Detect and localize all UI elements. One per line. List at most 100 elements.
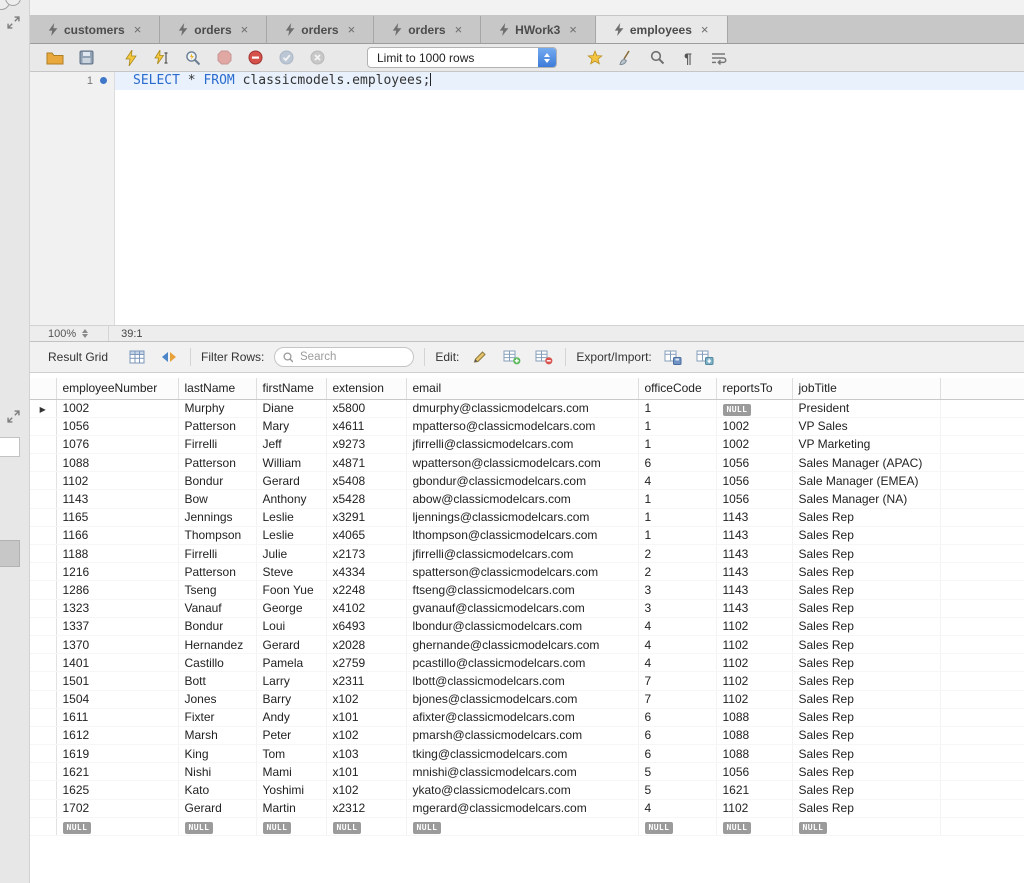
cell[interactable]: Sales Rep xyxy=(792,744,941,764)
cell[interactable]: Martin xyxy=(256,799,327,818)
find-button[interactable] xyxy=(646,47,668,69)
cell[interactable]: ljennings@classicmodelcars.com xyxy=(406,508,639,527)
cell[interactable]: 1337 xyxy=(56,617,179,636)
column-header-reportsTo[interactable]: reportsTo xyxy=(716,378,793,400)
row-gutter[interactable] xyxy=(30,417,57,436)
cell[interactable]: 1088 xyxy=(716,708,793,727)
table-row[interactable]: 1188 Firrelli Julie x2173 jfirrelli@classicm… xyxy=(30,544,1024,564)
cell[interactable]: 4 xyxy=(638,799,717,818)
row-gutter[interactable] xyxy=(30,489,57,509)
cell[interactable]: lbott@classicmodelcars.com xyxy=(406,671,639,691)
tab-customers[interactable]: customers × xyxy=(30,16,161,43)
cell[interactable]: Sales Rep xyxy=(792,726,941,746)
tab-employees[interactable]: employees × xyxy=(595,16,728,43)
table-row[interactable]: 1611 Fixter Andy x101 afixter@classicmodelca… xyxy=(30,708,1024,727)
cell[interactable]: Pamela xyxy=(256,653,327,673)
tab-close-icon[interactable]: × xyxy=(455,23,463,36)
cell[interactable]: Jennings xyxy=(178,508,257,527)
cell[interactable]: ftseng@classicmodelcars.com xyxy=(406,580,639,600)
cell[interactable]: mgerard@classicmodelcars.com xyxy=(406,799,639,818)
cell[interactable]: Leslie xyxy=(256,508,327,527)
commit-button[interactable] xyxy=(275,47,297,69)
row-gutter[interactable] xyxy=(30,653,57,673)
cell[interactable]: x3291 xyxy=(326,508,407,527)
editor-code-area[interactable]: SELECT * FROM classicmodels.employees; xyxy=(115,72,1024,325)
cell[interactable]: x5408 xyxy=(326,471,407,491)
cell[interactable]: 1056 xyxy=(716,471,793,491)
sql-statement-line[interactable]: SELECT * FROM classicmodels.employees; xyxy=(115,72,1024,90)
cell[interactable]: Patterson xyxy=(178,562,257,582)
cell[interactable]: 1165 xyxy=(56,508,179,527)
cell[interactable]: 2 xyxy=(638,562,717,582)
cell[interactable]: 1401 xyxy=(56,653,179,673)
expand-panel-icon[interactable] xyxy=(7,16,20,34)
sql-editor[interactable]: 1 SELECT * FROM classicmodels.employees; xyxy=(30,72,1024,325)
open-script-button[interactable] xyxy=(44,47,66,69)
cell[interactable]: Andy xyxy=(256,708,327,727)
cell[interactable]: gvanauf@classicmodelcars.com xyxy=(406,599,639,618)
cell[interactable]: Sales Rep xyxy=(792,508,941,527)
cell[interactable]: x101 xyxy=(326,762,407,782)
new-row[interactable]: NULL NULL NULL NULL NULL NULL NULL NULL xyxy=(30,817,1024,837)
cell[interactable]: Sales Rep xyxy=(792,708,941,727)
cell[interactable]: lbondur@classicmodelcars.com xyxy=(406,617,639,636)
row-gutter[interactable] xyxy=(30,780,57,800)
column-header-extension[interactable]: extension xyxy=(326,378,407,400)
cell[interactable]: 1102 xyxy=(716,653,793,673)
tab-close-icon[interactable]: × xyxy=(569,23,577,36)
cell[interactable]: 1088 xyxy=(56,453,179,473)
cell[interactable]: 1056 xyxy=(716,762,793,782)
table-row[interactable]: 1056 Patterson Mary x4611 mpatterso@classicm… xyxy=(30,417,1024,436)
cell[interactable]: Sales Rep xyxy=(792,671,941,691)
cell[interactable]: NULL xyxy=(178,817,257,837)
row-gutter[interactable] xyxy=(30,726,57,746)
cell[interactable]: 7 xyxy=(638,690,717,709)
cell[interactable]: 1002 xyxy=(716,417,793,436)
table-row[interactable]: 1286 Tseng Foon Yue x2248 ftseng@classicmode… xyxy=(30,580,1024,600)
cell[interactable]: 1 xyxy=(638,399,717,418)
cell[interactable]: Jones xyxy=(178,690,257,709)
cell[interactable]: 1143 xyxy=(716,544,793,564)
cell[interactable]: Yoshimi xyxy=(256,780,327,800)
cell[interactable]: Firrelli xyxy=(178,544,257,564)
cell[interactable]: NULL xyxy=(716,399,793,418)
cell[interactable]: dmurphy@classicmodelcars.com xyxy=(406,399,639,418)
cell[interactable]: 1 xyxy=(638,417,717,436)
cell[interactable]: x102 xyxy=(326,780,407,800)
cell[interactable]: 1619 xyxy=(56,744,179,764)
cell[interactable]: 1143 xyxy=(56,489,179,509)
cell[interactable]: 1370 xyxy=(56,635,179,655)
cell[interactable]: 1323 xyxy=(56,599,179,618)
cell[interactable]: Vanauf xyxy=(178,599,257,618)
cell[interactable]: 1143 xyxy=(716,508,793,527)
refresh-grid-button[interactable] xyxy=(158,346,180,368)
zoom-stepper-icon[interactable] xyxy=(82,329,89,338)
cell[interactable]: Sales Rep xyxy=(792,690,941,709)
cell[interactable]: Sales Manager (NA) xyxy=(792,489,941,509)
cell[interactable]: Tseng xyxy=(178,580,257,600)
cell[interactable]: x9273 xyxy=(326,435,407,455)
row-gutter[interactable] xyxy=(30,690,57,709)
row-gutter[interactable] xyxy=(30,635,57,655)
cell[interactable]: afixter@classicmodelcars.com xyxy=(406,708,639,727)
cell[interactable]: 1002 xyxy=(56,399,179,418)
filter-search-box[interactable] xyxy=(274,347,415,367)
tab-HWork3[interactable]: HWork3 × xyxy=(481,16,596,43)
table-row[interactable]: ▶ 1002 Murphy Diane x5800 dmurphy@classicmode… xyxy=(30,399,1024,418)
cell[interactable]: Sale Manager (EMEA) xyxy=(792,471,941,491)
cell[interactable]: 1143 xyxy=(716,599,793,618)
zoom-level[interactable]: 100% xyxy=(48,328,76,340)
cell[interactable]: x2173 xyxy=(326,544,407,564)
cell[interactable]: mnishi@classicmodelcars.com xyxy=(406,762,639,782)
table-row[interactable]: 1625 Kato Yoshimi x102 ykato@classicmodelcar… xyxy=(30,780,1024,800)
cell[interactable]: Sales Rep xyxy=(792,544,941,564)
cell[interactable]: lthompson@classicmodelcars.com xyxy=(406,526,639,546)
cell[interactable]: 4 xyxy=(638,471,717,491)
cell[interactable]: 1621 xyxy=(716,780,793,800)
cell[interactable]: 6 xyxy=(638,708,717,727)
cell[interactable]: George xyxy=(256,599,327,618)
result-grid-view-button[interactable] xyxy=(126,346,148,368)
column-header-lastName[interactable]: lastName xyxy=(178,378,257,400)
cell[interactable]: Sales Rep xyxy=(792,653,941,673)
cell[interactable]: Sales Rep xyxy=(792,780,941,800)
